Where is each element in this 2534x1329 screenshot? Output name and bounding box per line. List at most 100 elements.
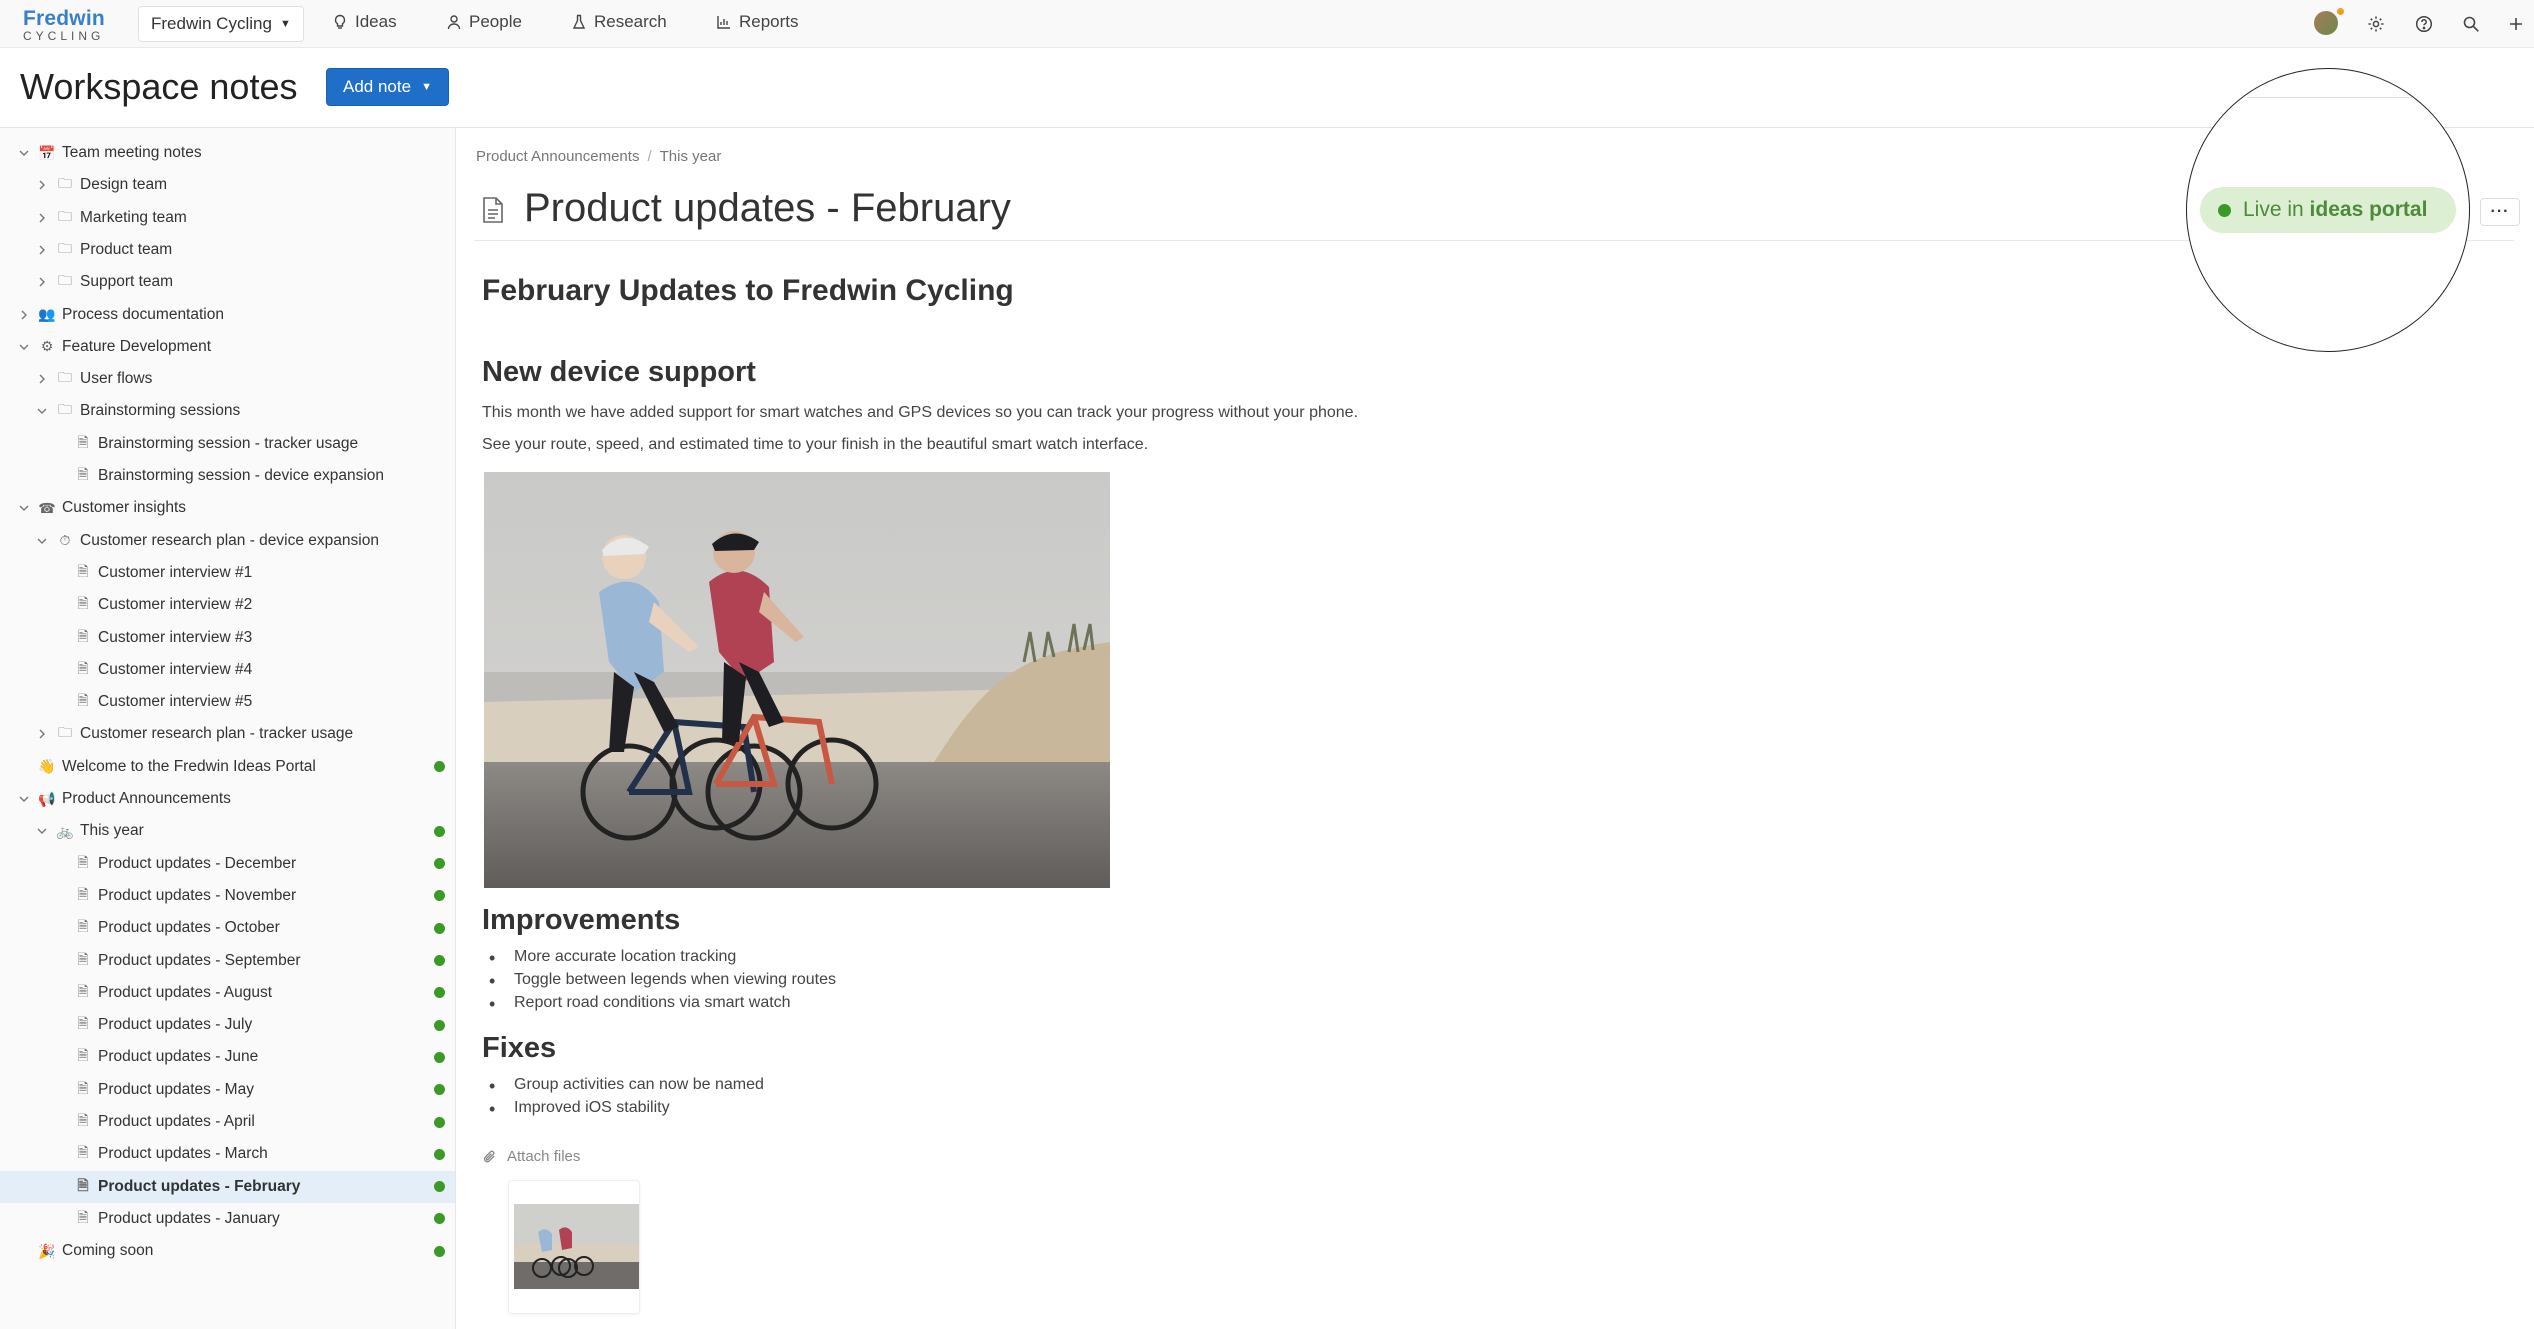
sidebar-item[interactable]: 🗎 Customer interview #1 bbox=[0, 557, 455, 589]
attach-files-button[interactable]: Attach files bbox=[482, 1148, 580, 1165]
sidebar-item[interactable]: 🗎 Customer interview #4 bbox=[0, 654, 455, 686]
note-heading: February Updates to Fredwin Cycling bbox=[482, 274, 1014, 307]
live-status-dot bbox=[434, 955, 445, 966]
cyclists-photo bbox=[484, 472, 1110, 888]
settings-button[interactable] bbox=[2362, 10, 2390, 38]
sidebar-item[interactable]: 🗀 Support team bbox=[0, 266, 455, 298]
document-icon: 🗎 bbox=[77, 950, 89, 967]
sidebar-item[interactable]: 🗎 Product updates - October bbox=[0, 912, 455, 944]
calendar-emoji: 📅 bbox=[38, 144, 56, 161]
sidebar-item[interactable]: 🗎 Product updates - September bbox=[0, 945, 455, 977]
search-button[interactable] bbox=[2457, 10, 2485, 38]
sidebar-item[interactable]: 🎉 Coming soon bbox=[0, 1235, 455, 1267]
add-note-button[interactable]: Add note ▼ bbox=[326, 68, 449, 106]
sidebar-item-label: Support team bbox=[80, 273, 174, 291]
sidebar-item[interactable]: 🗀 Design team bbox=[0, 169, 455, 201]
sidebar-item[interactable]: 🗎 Product updates - May bbox=[0, 1074, 455, 1106]
nav-reports[interactable]: Reports bbox=[716, 12, 799, 32]
sidebar-item[interactable]: 🗎 Product updates - March bbox=[0, 1138, 455, 1170]
sidebar-item[interactable]: 🗎 Customer interview #3 bbox=[0, 622, 455, 654]
sidebar-item[interactable]: 🗀 User flows bbox=[0, 363, 455, 395]
sidebar-item[interactable]: 👋 Welcome to the Fredwin Ideas Portal bbox=[0, 751, 455, 783]
sidebar-item[interactable]: 🗎 Brainstorming session - tracker usage bbox=[0, 428, 455, 460]
chevron-right-icon[interactable] bbox=[36, 179, 48, 191]
section-heading-device-support: New device support bbox=[482, 356, 756, 388]
chevron-right-icon[interactable] bbox=[18, 309, 30, 321]
nav-research[interactable]: Research bbox=[571, 12, 667, 32]
chevron-right-icon[interactable] bbox=[36, 276, 48, 288]
sidebar-item[interactable]: 🗎 Customer interview #2 bbox=[0, 589, 455, 621]
help-button[interactable] bbox=[2410, 10, 2438, 38]
sidebar-item-label: Product updates - December bbox=[98, 854, 297, 872]
chevron-down-icon[interactable] bbox=[36, 405, 48, 417]
document-icon bbox=[483, 197, 503, 223]
sidebar-item[interactable]: 🗎 Product updates - July bbox=[0, 1009, 455, 1041]
logo[interactable]: Fredwin CYCLING bbox=[23, 8, 107, 42]
sidebar-item[interactable]: 🗎 Product updates - April bbox=[0, 1106, 455, 1138]
sidebar-item[interactable]: 🗎 Product updates - June bbox=[0, 1041, 455, 1073]
sidebar-item[interactable]: ☎ Customer insights bbox=[0, 492, 455, 524]
chevron-right-icon[interactable] bbox=[36, 212, 48, 224]
sidebar-item-label: Team meeting notes bbox=[62, 144, 202, 161]
sidebar-item[interactable]: 👥 Process documentation bbox=[0, 299, 455, 331]
sidebar-item-label: Customer research plan - tracker usage bbox=[80, 725, 354, 743]
breadcrumb: Product Announcements / This year bbox=[476, 148, 721, 165]
nav-people[interactable]: People bbox=[446, 12, 522, 32]
sidebar-item[interactable]: 🗀 Brainstorming sessions bbox=[0, 395, 455, 427]
breadcrumb-parent[interactable]: Product Announcements bbox=[476, 148, 639, 165]
document-icon: 🗎 bbox=[77, 918, 89, 935]
live-status-dot bbox=[434, 825, 445, 837]
sidebar-item[interactable]: 🗎 Product updates - November bbox=[0, 880, 455, 912]
sidebar-item[interactable]: 🗀 Marketing team bbox=[0, 202, 455, 234]
folder-icon: 🗀 bbox=[58, 239, 72, 256]
chevron-right-icon[interactable] bbox=[36, 244, 48, 256]
add-button[interactable] bbox=[2502, 10, 2530, 38]
live-status-dot bbox=[434, 1051, 445, 1063]
chevron-right-icon[interactable] bbox=[36, 373, 48, 385]
sidebar-item[interactable]: 📢 Product Announcements bbox=[0, 783, 455, 815]
attachment-thumbnail[interactable] bbox=[508, 1180, 640, 1314]
chevron-right-icon[interactable] bbox=[36, 728, 48, 740]
chevron-down-icon[interactable] bbox=[36, 825, 48, 837]
sidebar-item[interactable]: 🗎 Product updates - January bbox=[0, 1203, 455, 1235]
live-status-dot bbox=[434, 922, 445, 934]
sidebar-item[interactable]: 🗀 Customer research plan - tracker usage bbox=[0, 718, 455, 750]
breadcrumb-current[interactable]: This year bbox=[660, 148, 722, 165]
chevron-down-icon[interactable] bbox=[18, 341, 30, 353]
more-options-button[interactable]: ··· bbox=[2480, 198, 2520, 226]
sidebar-item-label: Brainstorming session - device expansion bbox=[98, 467, 385, 484]
sidebar-item[interactable]: 🚲 This year bbox=[0, 815, 455, 847]
sidebar-item[interactable]: 🗎 Brainstorming session - device expansio… bbox=[0, 460, 455, 492]
fixes-list: Group activities can now be named Improv… bbox=[482, 1076, 764, 1122]
sidebar-item[interactable]: 🗎 Product updates - February bbox=[0, 1170, 455, 1203]
note-title[interactable]: Product updates - February bbox=[524, 186, 1011, 231]
live-dot-icon bbox=[2218, 203, 2231, 217]
top-nav: Fredwin CYCLING Fredwin Cycling ▼ Ideas … bbox=[0, 0, 2534, 48]
notification-dot bbox=[2335, 6, 2346, 17]
chevron-down-icon[interactable] bbox=[18, 793, 30, 805]
party-emoji: 🎉 bbox=[38, 1242, 56, 1259]
chevron-down-icon[interactable] bbox=[36, 535, 48, 547]
sidebar-item-label: Product updates - September bbox=[98, 951, 301, 969]
sidebar-item[interactable]: 🗎 Product updates - August bbox=[0, 977, 455, 1009]
person-icon bbox=[447, 15, 461, 30]
sidebar-item[interactable]: ⚙ Feature Development bbox=[0, 331, 455, 363]
user-avatar[interactable] bbox=[2314, 11, 2338, 35]
live-status-badge[interactable]: Live in ideas portal bbox=[2200, 187, 2456, 233]
sidebar-item[interactable]: ⏱ Customer research plan - device expansi… bbox=[0, 525, 455, 557]
chevron-down-icon[interactable] bbox=[18, 147, 30, 159]
gear-icon bbox=[2368, 16, 2384, 32]
chevron-down-icon[interactable] bbox=[18, 502, 30, 514]
live-status-dot bbox=[434, 1148, 445, 1160]
sidebar-item[interactable]: 📅 Team meeting notes bbox=[0, 137, 455, 169]
notes-tree: 📅 Team meeting notes 🗀 Design team 🗀 Marketin… bbox=[0, 128, 456, 1329]
workspace-select[interactable]: Fredwin Cycling ▼ bbox=[138, 6, 304, 42]
live-status-dot bbox=[434, 987, 445, 999]
document-icon: 🗎 bbox=[77, 659, 89, 676]
nav-ideas[interactable]: Ideas bbox=[332, 12, 397, 32]
list-item: More accurate location tracking bbox=[482, 948, 836, 971]
sidebar-item[interactable]: 🗀 Product team bbox=[0, 234, 455, 266]
sidebar-item[interactable]: 🗎 Customer interview #5 bbox=[0, 686, 455, 718]
sidebar-item[interactable]: 🗎 Product updates - December bbox=[0, 848, 455, 880]
sidebar-item-label: Product updates - June bbox=[98, 1048, 259, 1066]
